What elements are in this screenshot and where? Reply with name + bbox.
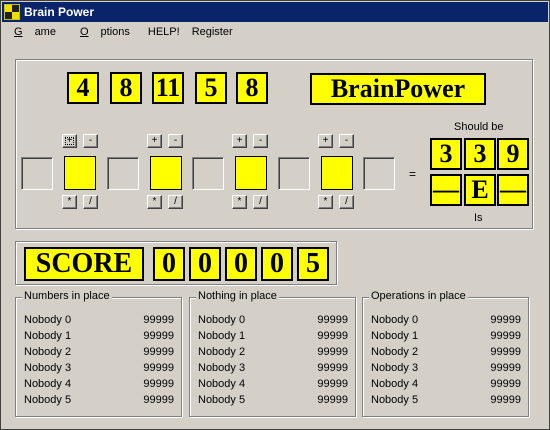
title-bar[interactable]: Brain Power xyxy=(2,2,548,22)
target-digit: 3 xyxy=(464,138,496,170)
target-digit: 9 xyxy=(497,138,529,170)
result-digit: — xyxy=(430,174,462,206)
number-tile: 11 xyxy=(152,72,184,104)
number-slot[interactable] xyxy=(21,157,53,190)
result-digit: — xyxy=(497,174,529,206)
menu-game[interactable]: Game xyxy=(2,26,68,38)
list-item: Nobody 3 99999 xyxy=(24,362,174,374)
target-digit: 3 xyxy=(430,138,462,170)
list-item: Nobody 4 99999 xyxy=(198,378,348,390)
menu-bar: Game Options HELP! Register xyxy=(2,23,239,41)
result-digit: E xyxy=(464,174,496,206)
menu-help[interactable]: HELP! xyxy=(142,26,186,38)
list-item: Nobody 0 99999 xyxy=(198,314,348,326)
number-slot[interactable] xyxy=(278,157,310,190)
divide-button[interactable]: / xyxy=(83,195,98,209)
divide-button[interactable]: / xyxy=(339,195,354,209)
is-label: Is xyxy=(474,212,483,224)
multiply-button[interactable]: * xyxy=(318,195,333,209)
nothing-in-place-group: Nothing in place Nobody 0 99999 Nobody 19… xyxy=(189,290,356,417)
list-item: Nobody 2 99999 xyxy=(24,346,174,358)
list-item: Nobody 2 99999 xyxy=(371,346,521,358)
list-item: Nobody 2 99999 xyxy=(198,346,348,358)
brain-power-app-icon[interactable] xyxy=(4,4,20,20)
score-digit: 5 xyxy=(297,247,329,281)
menu-options[interactable]: Options xyxy=(68,26,142,38)
group-title: Nothing in place xyxy=(196,290,279,302)
minus-button[interactable]: - xyxy=(253,134,268,148)
app-window: Brain Power Game Options HELP! Register … xyxy=(0,0,550,430)
multiply-button[interactable]: * xyxy=(147,195,162,209)
list-item: Nobody 3 99999 xyxy=(198,362,348,374)
list-item: Nobody 5 99999 xyxy=(371,394,521,406)
number-tile: 8 xyxy=(110,72,142,104)
minus-button[interactable]: - xyxy=(339,134,354,148)
list-item: Nobody 3 99999 xyxy=(371,362,521,374)
score-digit: 0 xyxy=(189,247,221,281)
number-tile: 8 xyxy=(236,72,268,104)
plus-button[interactable]: + xyxy=(62,134,77,148)
minus-button[interactable]: - xyxy=(168,134,183,148)
brainpower-logo: BrainPower xyxy=(310,73,486,105)
score-digit: 0 xyxy=(153,247,185,281)
list-item: Nobody 0 99999 xyxy=(371,314,521,326)
list-item: Nobody 1 99999 xyxy=(198,330,348,342)
should-be-label: Should be xyxy=(454,121,504,133)
plus-button[interactable]: + xyxy=(232,134,247,148)
score-label: SCORE xyxy=(24,247,144,281)
group-title: Numbers in place xyxy=(22,290,112,302)
plus-button[interactable]: + xyxy=(318,134,333,148)
list-item: Nobody 4 99999 xyxy=(371,378,521,390)
operator-slot[interactable] xyxy=(150,156,182,190)
numbers-in-place-group: Numbers in place Nobody 0 99999 Nobody 19… xyxy=(15,290,182,417)
minus-button[interactable]: - xyxy=(83,134,98,148)
number-slot[interactable] xyxy=(192,157,224,190)
score-digit: 0 xyxy=(225,247,257,281)
number-slot[interactable] xyxy=(363,157,395,190)
list-item: Nobody 5 99999 xyxy=(24,394,174,406)
number-tile: 5 xyxy=(195,72,227,104)
multiply-button[interactable]: * xyxy=(232,195,247,209)
window-title: Brain Power xyxy=(24,5,95,19)
plus-button[interactable]: + xyxy=(147,134,162,148)
list-item: Nobody 1 99999 xyxy=(371,330,521,342)
menu-register[interactable]: Register xyxy=(186,26,239,38)
list-item: Nobody 4 99999 xyxy=(24,378,174,390)
score-digit: 0 xyxy=(261,247,293,281)
list-item: Nobody 5 99999 xyxy=(198,394,348,406)
divide-button[interactable]: / xyxy=(253,195,268,209)
number-slot[interactable] xyxy=(107,157,139,190)
equals-sign: = xyxy=(409,167,417,181)
group-title: Operations in place xyxy=(369,290,468,302)
multiply-button[interactable]: * xyxy=(62,195,77,209)
operator-slot[interactable] xyxy=(321,156,353,190)
number-tile: 4 xyxy=(67,72,99,104)
operations-in-place-group: Operations in place Nobody 0 99999 Nobody… xyxy=(362,290,529,417)
operator-slot[interactable] xyxy=(235,156,267,190)
list-item: Nobody 0 99999 xyxy=(24,314,174,326)
operator-slot[interactable] xyxy=(64,156,96,190)
divide-button[interactable]: / xyxy=(168,195,183,209)
list-item: Nobody 1 99999 xyxy=(24,330,174,342)
